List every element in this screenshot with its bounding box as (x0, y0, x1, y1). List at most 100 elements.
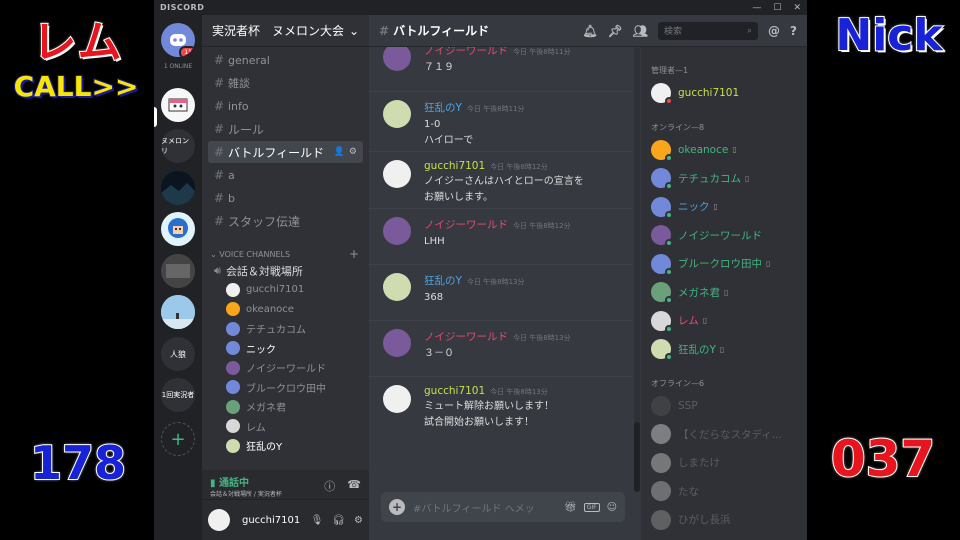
voice-channel[interactable]: 🔊︎ 会話＆対戦場所 (202, 262, 369, 280)
server-icon-5[interactable] (161, 254, 195, 288)
avatar[interactable] (383, 329, 411, 357)
member-item[interactable]: ひがし長浜 (641, 506, 807, 535)
hash-icon: # (214, 99, 225, 113)
headphones-icon[interactable]: 🎧︎ (332, 515, 345, 526)
microphone-icon[interactable]: 🎙︎ (311, 515, 324, 526)
gift-icon[interactable]: 🎁︎ (564, 502, 577, 513)
channel-a[interactable]: # a (208, 164, 363, 186)
member-item[interactable]: 【くだらなスタディ... (641, 420, 807, 449)
voice-user[interactable]: gucchi7101 (202, 280, 369, 300)
server-icon-8[interactable]: 1回実況者 (161, 378, 195, 412)
mobile-icon: ▯ (719, 344, 725, 354)
voice-user[interactable]: ニック (202, 339, 369, 359)
channel-b[interactable]: # b (208, 187, 363, 209)
avatar[interactable] (383, 273, 411, 301)
author-name[interactable]: ノイジーワールド (424, 329, 508, 344)
server-icon-4[interactable] (161, 212, 195, 246)
message-text: 試合開始お願いします！ (424, 417, 534, 428)
avatar[interactable] (383, 217, 411, 245)
invite-icon[interactable]: 👤 (334, 147, 345, 157)
minimize-icon[interactable]: — (752, 3, 761, 13)
voice-user[interactable]: レム (202, 417, 369, 437)
discord-window: DISCORD — ☐ ✕ 11 1 ONLINE ヌメロンリ 人狼 1回実況者… (154, 0, 807, 540)
scrollbar[interactable] (634, 47, 640, 492)
voice-user[interactable]: ノイジーワールド (202, 358, 369, 378)
gear-icon[interactable]: ⚙ (349, 147, 357, 157)
avatar[interactable] (383, 385, 411, 413)
bell-icon[interactable]: 🔔︎ (582, 24, 597, 38)
member-item[interactable]: SSP (641, 392, 807, 421)
notification-badge: 11 (179, 46, 195, 57)
avatar[interactable] (383, 47, 411, 71)
guild-header[interactable]: 実況者杯 ヌメロン大会 ⌄ (202, 15, 369, 47)
channel-label: 雑談 (228, 77, 250, 90)
voice-user[interactable]: テチュカコム (202, 319, 369, 339)
message-text: 368 (424, 292, 444, 303)
member-item[interactable]: しまたけ (641, 449, 807, 478)
scrollbar-thumb[interactable] (634, 422, 640, 492)
info-icon[interactable]: ⓘ (324, 478, 335, 494)
author-name[interactable]: ノイジーワールド (424, 47, 508, 58)
channel-rules[interactable]: # ルール (208, 118, 363, 140)
server-icon-7[interactable]: 人狼 (161, 337, 195, 371)
member-item[interactable]: ノイジーワールド (641, 221, 807, 250)
server-icon-2[interactable]: ヌメロンリ (161, 129, 195, 163)
status-indicator (665, 353, 673, 362)
help-icon[interactable]: ? (790, 24, 797, 38)
mention-icon[interactable]: @ (768, 24, 780, 38)
author-name[interactable]: gucchi7101 (424, 160, 485, 172)
member-item[interactable]: 狂乱のY ▯ (641, 335, 807, 364)
avatar[interactable] (208, 509, 230, 531)
channel-general[interactable]: # general (208, 49, 363, 71)
message-list: ノイジーワールド 今日 午後8時11分 ７１９ 狂乱のY 今日 午後8時11分 1-0 ハイ… (369, 47, 633, 492)
member-item[interactable]: ニック ▯ (641, 193, 807, 222)
close-icon[interactable]: ✕ (793, 3, 801, 13)
server-icon-3[interactable] (161, 171, 195, 205)
voice-user[interactable]: ブルークロウ田中 (202, 378, 369, 398)
channel-info[interactable]: # info (208, 95, 363, 117)
voice-category[interactable]: ⌄ VOICE CHANNELS + (202, 246, 369, 262)
disconnect-icon[interactable]: ☎ (347, 478, 361, 494)
gif-button[interactable]: GIF (583, 502, 600, 512)
voice-channel-label: 会話＆対戦場所 (225, 265, 303, 278)
voice-user[interactable]: メガネ君 (202, 397, 369, 417)
author-name[interactable]: ノイジーワールド (424, 217, 508, 232)
author-name[interactable]: 狂乱のY (424, 273, 462, 288)
server-icon-1[interactable] (161, 88, 195, 122)
channel-staff[interactable]: # スタッフ伝達 (208, 210, 363, 232)
member-item[interactable]: たな (641, 477, 807, 506)
member-item[interactable]: レム ▯ (641, 307, 807, 336)
member-item[interactable]: gucchi7101 (641, 79, 807, 108)
sky-icon (161, 295, 195, 329)
member-item[interactable]: ブルークロウ田中 ▯ (641, 250, 807, 279)
add-server-button[interactable]: + (161, 422, 195, 456)
home-button[interactable]: 11 (161, 23, 195, 57)
member-item[interactable]: メガネ君 ▯ (641, 278, 807, 307)
member-item[interactable]: okeanoce ▯ (641, 136, 807, 165)
search-input[interactable]: 検索 ⌕ (658, 21, 759, 40)
server-icon-6[interactable] (161, 295, 195, 329)
voice-user[interactable]: 狂乱のY (202, 436, 369, 456)
upload-icon[interactable]: + (389, 499, 405, 515)
author-name[interactable]: gucchi7101 (424, 385, 485, 397)
voice-user[interactable]: okeanoce (202, 300, 369, 320)
channel-zatsudan[interactable]: # 雑談 (208, 72, 363, 94)
channel-battlefield[interactable]: # バトルフィールド 👤 ⚙ (208, 141, 363, 163)
members-icon[interactable]: 👥︎ (633, 24, 648, 38)
chat-header: # バトルフィールド 🔔︎ 📌︎ 👥︎ 検索 ⌕ @ ? (369, 15, 807, 47)
emoji-icon[interactable]: ☺ (607, 502, 617, 513)
hash-icon: # (214, 76, 225, 90)
timestamp: 今日 午後8時12分 (513, 222, 571, 230)
message-header: gucchi7101 今日 午後8時13分 (424, 385, 625, 397)
member-item[interactable]: テチュカコム ▯ (641, 164, 807, 193)
message-composer[interactable]: + #バトルフィールド へメッ 🎁︎ GIF ☺ (381, 492, 625, 522)
avatar[interactable] (383, 160, 411, 188)
add-channel-icon[interactable]: + (349, 247, 359, 261)
avatar[interactable] (383, 100, 411, 128)
message: 狂乱のY 今日 午後8時11分 1-0 ハイローで (369, 91, 633, 151)
gear-icon[interactable]: ⚙ (354, 515, 363, 526)
pin-icon[interactable]: 📌︎ (608, 24, 623, 38)
author-name[interactable]: 狂乱のY (424, 100, 462, 115)
maximize-icon[interactable]: ☐ (773, 3, 781, 13)
message: gucchi7101 今日 午後8時12分 ノイジーさんはハイとローの宣言を お願いし… (369, 151, 633, 208)
